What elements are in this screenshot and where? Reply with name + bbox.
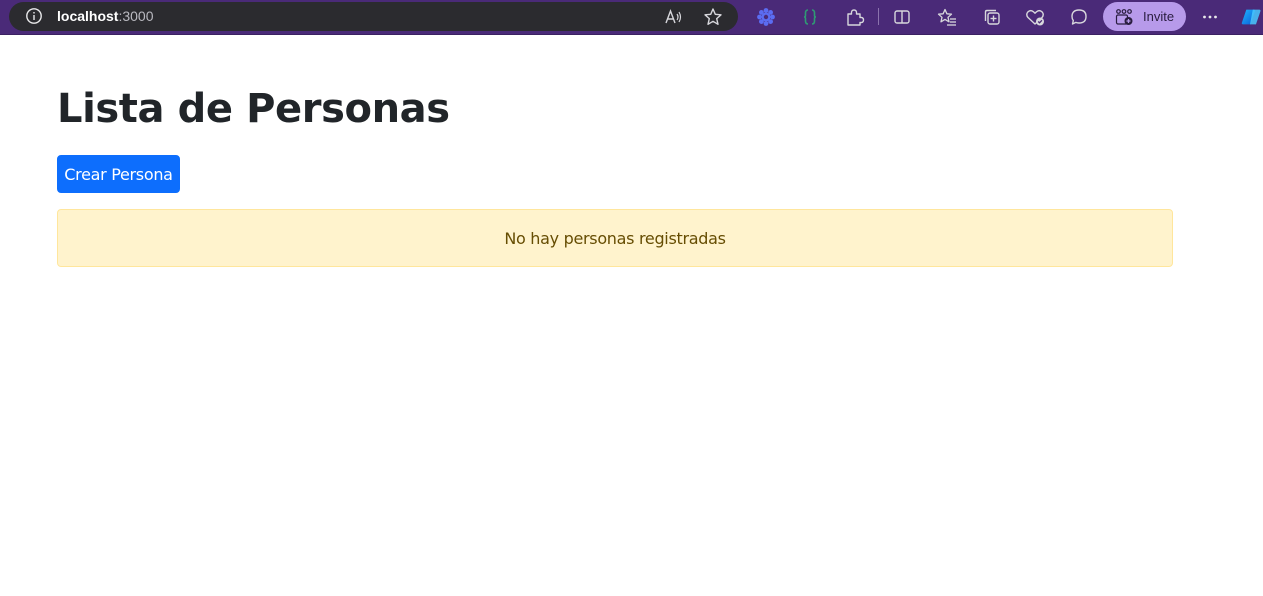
- more-options-icon[interactable]: [1199, 6, 1221, 28]
- invite-button[interactable]: Invite: [1103, 2, 1186, 31]
- copilot-icon[interactable]: [1239, 6, 1263, 28]
- workspaces-icon: [1115, 8, 1133, 26]
- favorites-icon[interactable]: [936, 6, 958, 28]
- url-port: :3000: [118, 8, 154, 24]
- extension-braces-icon[interactable]: [799, 6, 821, 28]
- url-text[interactable]: localhost:3000: [57, 8, 154, 25]
- split-screen-icon[interactable]: [891, 6, 913, 28]
- url-host: localhost: [57, 8, 119, 24]
- read-aloud-icon[interactable]: [662, 6, 684, 28]
- collections-icon[interactable]: [981, 6, 1003, 28]
- info-icon[interactable]: [25, 7, 43, 25]
- browser-essentials-icon[interactable]: [1024, 6, 1046, 28]
- browser-toolbar: localhost:3000 Invite: [0, 0, 1263, 35]
- invite-button-label: Invite: [1143, 9, 1175, 24]
- toolbar-divider: [878, 8, 879, 25]
- extension-flower-icon[interactable]: [755, 6, 777, 28]
- create-persona-button[interactable]: Crear Persona: [57, 155, 180, 193]
- empty-state-message: No hay personas registradas: [504, 229, 726, 248]
- extensions-puzzle-icon[interactable]: [843, 6, 865, 28]
- feedback-icon[interactable]: [1068, 6, 1090, 28]
- empty-state-alert: No hay personas registradas: [57, 209, 1173, 267]
- page-title: Lista de Personas: [57, 86, 450, 132]
- favorite-star-icon[interactable]: [702, 6, 724, 28]
